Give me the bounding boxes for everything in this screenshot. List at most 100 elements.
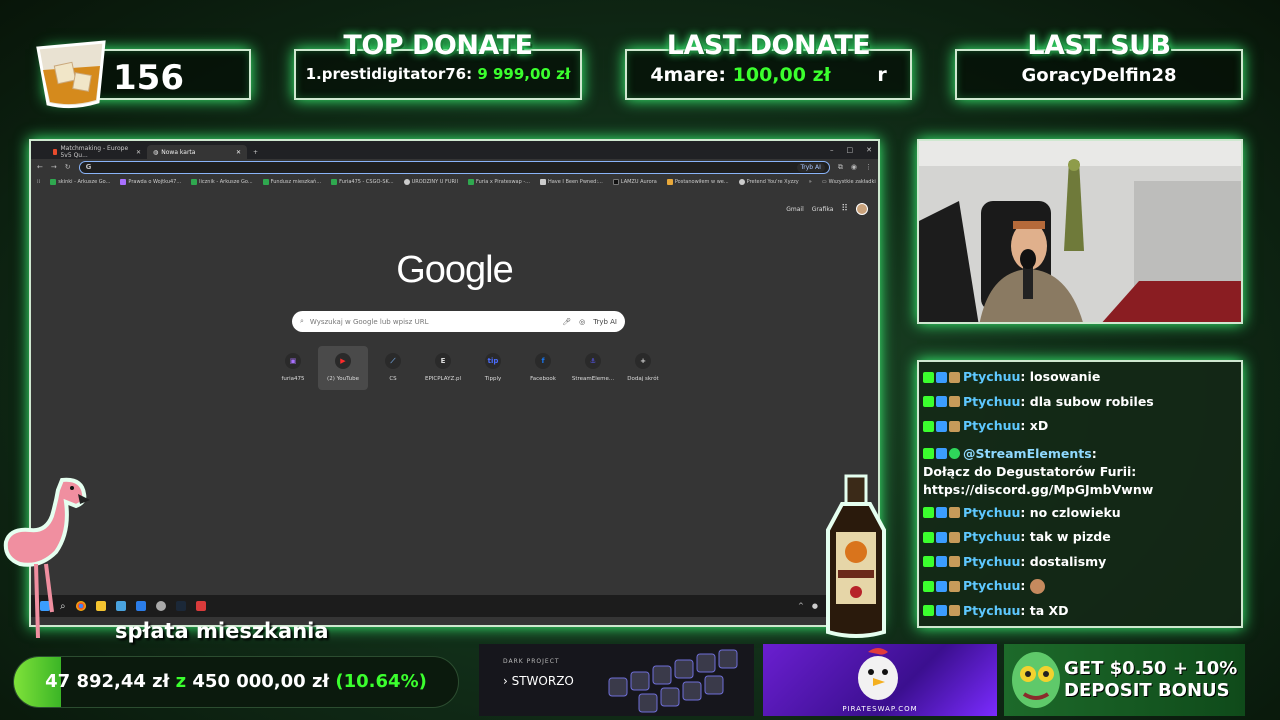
shortcut-tile[interactable]: tip Tipply <box>468 346 518 390</box>
tab-new-tab[interactable]: ◍ Nowa karta ✕ <box>147 145 247 159</box>
chat-user[interactable]: Ptychuu <box>963 602 1020 620</box>
webcam-feed <box>917 139 1243 324</box>
new-tab-button[interactable]: + <box>247 145 264 159</box>
all-bookmarks[interactable]: ▭ Wszystkie zakładki <box>822 179 876 185</box>
address-bar[interactable]: G Tryb AI <box>78 160 830 174</box>
tab-matchmaking[interactable]: Matchmaking - Europe 5v5 Qu... ✕ <box>47 145 147 159</box>
settings-icon[interactable] <box>155 601 166 611</box>
app-icon[interactable] <box>115 601 126 611</box>
bookmark-label: Furia x Pirateswap -... <box>475 179 530 185</box>
shortcut-label: furia475 <box>281 376 305 382</box>
account-avatar[interactable] <box>856 203 868 215</box>
chat-text: losowanie <box>1029 369 1101 385</box>
chat-user[interactable]: Ptychuu <box>963 504 1020 522</box>
tab-favicon-icon <box>53 149 58 155</box>
chat-message-bot: @StreamElements: Dołącz do Degustatorów … <box>923 439 1237 501</box>
shortcut-tile[interactable]: ▣ furia475 <box>268 346 318 390</box>
kick-badge-icon <box>923 580 934 592</box>
chat-user[interactable]: Ptychuu <box>963 528 1020 546</box>
chat-user[interactable]: Ptychuu <box>963 417 1020 435</box>
apps-grid-icon[interactable]: ⠿ <box>841 204 848 214</box>
apps-icon[interactable]: ⁞⁞ <box>37 179 40 185</box>
profile-icon[interactable]: ◉ <box>851 163 857 171</box>
app-icon[interactable] <box>195 601 206 611</box>
badges <box>923 371 960 383</box>
bookmark-item[interactable]: Prawda o Wojtku47... <box>120 179 181 185</box>
shortcut-tile[interactable]: ▶ (2) YouTube <box>318 346 368 390</box>
sub-badge-icon <box>936 531 947 543</box>
shortcut-tile[interactable]: + Dodaj skrót <box>618 346 668 390</box>
pirateswap-ad[interactable]: PIRATESWAP.COM <box>763 644 997 716</box>
shortcut-tile[interactable]: E EPICPLAYZ.pl <box>418 346 468 390</box>
chat-message: Ptychuu: dla subow robiles <box>923 390 1237 415</box>
browser-window: Matchmaking - Europe 5v5 Qu... ✕ ◍ Nowa … <box>29 139 880 627</box>
jagermeister-bottle-icon <box>826 474 886 638</box>
shortcut-tile[interactable]: ⟋ CS <box>368 346 418 390</box>
reload-icon[interactable]: ↻ <box>65 163 71 171</box>
google-search-box[interactable]: ⌕ Wyszukaj w Google lub wpisz URL 🎤︎ ◎ T… <box>292 311 625 332</box>
bookmark-item[interactable]: URODZINY U FURII <box>403 179 458 185</box>
address-value: G <box>85 163 92 171</box>
dark-project-ad[interactable]: DARK PROJECT › STWORZO <box>479 644 754 716</box>
mail-icon[interactable] <box>135 601 146 611</box>
pirateswap-url: PIRATESWAP.COM <box>842 705 918 713</box>
bonus-line1: GET $0.50 + 10% <box>1064 658 1238 679</box>
top-donate-entry: 1.prestidigitator76: <box>305 65 473 83</box>
deposit-bonus-ad[interactable]: GET $0.50 + 10% DEPOSIT BONUS <box>1004 644 1245 716</box>
shortcut-tile[interactable]: ⚓ StreamEleme... <box>568 346 618 390</box>
camera-icon[interactable]: ◎ <box>579 318 585 326</box>
sheets-icon <box>50 179 57 185</box>
tab-bar: Matchmaking - Europe 5v5 Qu... ✕ ◍ Nowa … <box>31 141 878 159</box>
chat-text: dla subow robiles <box>1029 393 1154 409</box>
shortcut-icon: E <box>435 353 451 369</box>
chat-user[interactable]: Ptychuu <box>963 577 1020 595</box>
last-donate-line: 4mare: 100,00 zł r <box>627 64 910 86</box>
bookmark-item[interactable]: Furia x Pirateswap -... <box>467 179 530 185</box>
search-ai-mode[interactable]: Tryb AI <box>593 318 617 326</box>
flamingo-icon <box>3 477 90 639</box>
steam-icon[interactable] <box>175 601 186 611</box>
folder-icon[interactable] <box>95 601 106 611</box>
bookmark-item[interactable]: Fundusz mieszkań... <box>262 179 321 185</box>
bookmark-item[interactable]: Pretend You're Xyzzy <box>738 179 799 185</box>
glass-badge-icon <box>949 371 960 383</box>
chat-user[interactable]: Ptychuu <box>963 553 1020 571</box>
microphone-icon[interactable]: ● <box>812 602 818 610</box>
images-link[interactable]: Grafika <box>812 206 834 213</box>
kick-badge-icon <box>923 507 934 519</box>
gmail-link[interactable]: Gmail <box>786 206 804 213</box>
minimize-button[interactable]: – <box>830 146 834 154</box>
google-logo: Google <box>396 249 514 291</box>
badges <box>923 448 960 459</box>
close-window-button[interactable]: ✕ <box>866 146 872 154</box>
extensions-icon[interactable]: ⧉ <box>838 163 843 172</box>
kick-badge-icon <box>923 396 934 408</box>
maximize-button[interactable]: □ <box>847 146 854 154</box>
chat-user[interactable]: @StreamElements <box>963 445 1092 463</box>
bookmark-item[interactable]: skinki - Arkusze Go... <box>50 179 110 185</box>
microphone-icon[interactable]: 🎤︎ <box>562 318 571 326</box>
bookmark-item[interactable]: Postanowiłem w we... <box>666 179 729 185</box>
google-top-links: Gmail Grafika ⠿ <box>786 203 868 215</box>
ai-mode-chip[interactable]: Tryb AI <box>796 162 825 172</box>
tab-close-icon[interactable]: ✕ <box>136 149 141 156</box>
bookmarks-overflow-icon[interactable]: » <box>809 179 812 185</box>
toolbar: ← → ↻ G Tryb AI ⧉ ◉ ⋮ <box>31 159 878 175</box>
tray-chevron-icon[interactable]: ^ <box>798 602 804 610</box>
tab-close-icon[interactable]: ✕ <box>236 149 241 156</box>
sub-badge-icon <box>936 580 947 592</box>
chat-user[interactable]: Ptychuu <box>963 393 1020 411</box>
bookmark-item[interactable]: Have I Been Pwned:... <box>539 179 603 185</box>
menu-icon[interactable]: ⋮ <box>865 163 872 171</box>
taskbar: ⌕ ^ ● <box>31 595 878 617</box>
shortcut-tile[interactable]: f Facebook <box>518 346 568 390</box>
sub-badge-icon <box>936 371 947 383</box>
bookmark-label: Prawda o Wojtku47... <box>128 179 182 185</box>
chat-user[interactable]: Ptychuu <box>963 368 1020 386</box>
bookmark-item[interactable]: Furia475 - CSGO-SK... <box>331 179 394 185</box>
bookmark-item[interactable]: LAMZU Aurora <box>612 179 657 185</box>
forward-icon[interactable]: → <box>51 163 57 171</box>
goal-progress-bar: 47 892,44 zł z 450 000,00 zł (10.64%) <box>13 656 459 708</box>
bookmark-item[interactable]: licznik - Arkusze Go... <box>191 179 253 185</box>
back-icon[interactable]: ← <box>37 163 43 171</box>
